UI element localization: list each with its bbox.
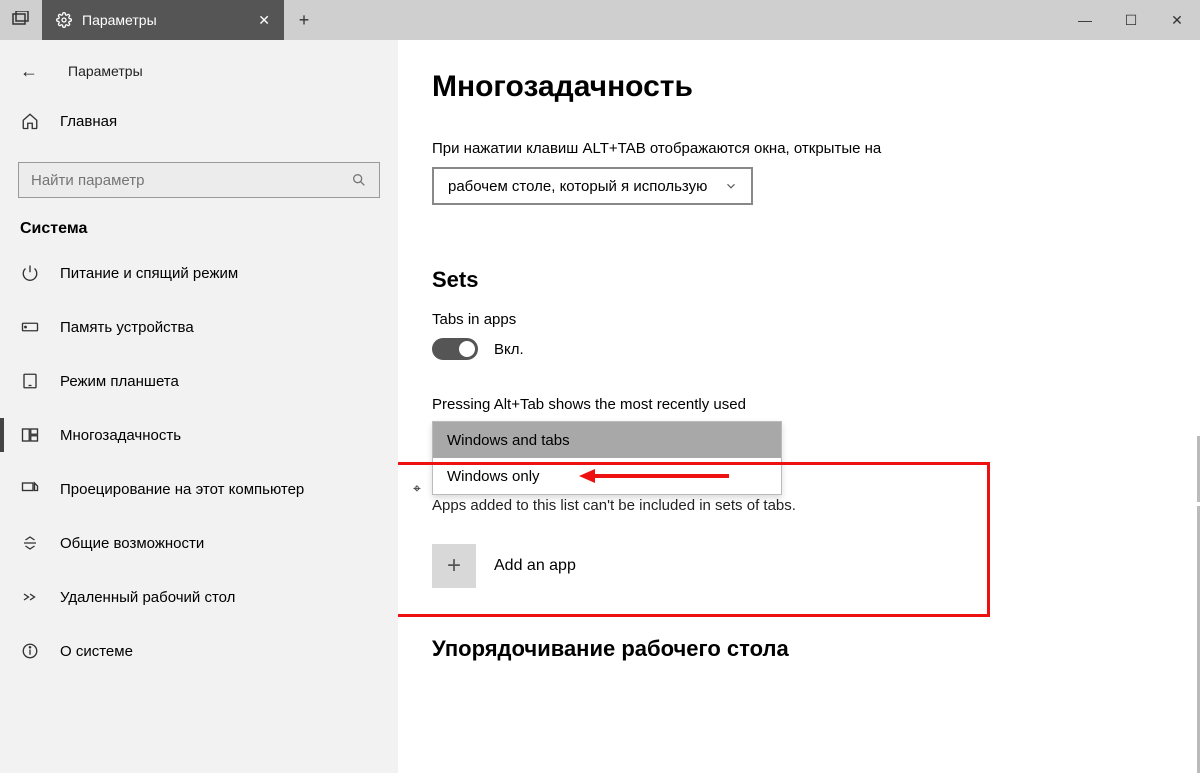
search — [18, 162, 380, 198]
close-button[interactable]: ✕ — [1154, 0, 1200, 40]
option-windows-only[interactable]: Windows only — [433, 458, 781, 494]
sets-heading: Sets — [432, 267, 1200, 293]
sidebar-group: Система — [20, 220, 398, 238]
option-label: Windows only — [447, 468, 540, 485]
sidebar-item-label: Питание и спящий режим — [60, 265, 238, 282]
task-view-icon[interactable] — [0, 0, 42, 40]
project-icon — [20, 479, 40, 499]
option-windows-and-tabs[interactable]: Windows and tabs — [433, 422, 781, 458]
sidebar-item-storage[interactable]: Память устройства — [0, 300, 398, 354]
tab-title: Параметры — [82, 12, 157, 28]
breadcrumb-title: Параметры — [68, 63, 143, 79]
sidebar-item-power[interactable]: Питание и спящий режим — [0, 246, 398, 300]
sidebar-item-multitasking[interactable]: Многозадачность — [0, 408, 398, 462]
remote-icon — [20, 587, 40, 607]
excluded-apps-text: Apps added to this list can't be include… — [432, 497, 1200, 514]
titlebar: Параметры ✕ + — ☐ ✕ — [0, 0, 1200, 40]
tabs-in-apps-toggle[interactable] — [432, 338, 478, 360]
content: Многозадачность При нажатии клавиш ALT+T… — [398, 40, 1200, 773]
sidebar-item-label: Удаленный рабочий стол — [60, 589, 235, 606]
back-icon[interactable]: ← — [20, 61, 38, 82]
about-icon — [20, 641, 40, 661]
sidebar-item-label: Режим планшета — [60, 373, 179, 390]
tabs-in-apps-label: Tabs in apps — [432, 311, 1200, 328]
snap-heading: Упорядочивание рабочего стола — [432, 636, 1200, 662]
dropdown-value: рабочем столе, который я использую — [448, 178, 707, 195]
gear-icon — [54, 10, 74, 30]
sidebar-item-tablet[interactable]: Режим планшета — [0, 354, 398, 408]
pressing-alttab-dropdown[interactable]: Windows and tabs Windows only — [432, 421, 782, 495]
sidebar-home[interactable]: Главная — [0, 94, 398, 148]
tab-close-icon[interactable]: ✕ — [254, 12, 274, 29]
alttab-label: При нажатии клавиш ALT+TAB отображаются … — [432, 140, 1200, 157]
new-tab-button[interactable]: + — [284, 0, 324, 40]
tablet-icon — [20, 371, 40, 391]
search-box[interactable] — [18, 162, 380, 198]
alttab-dropdown[interactable]: рабочем столе, который я использую — [432, 167, 753, 205]
sidebar-item-label: Многозадачность — [60, 427, 181, 444]
add-app-button[interactable]: + — [432, 544, 476, 588]
sidebar-item-label: Проецирование на этот компьютер — [60, 481, 304, 498]
sidebar-item-label: Память устройства — [60, 319, 194, 336]
sidebar-item-label: О системе — [60, 643, 133, 660]
plus-icon: + — [447, 552, 461, 580]
add-app-label: Add an app — [494, 557, 576, 575]
pressing-alttab-label: Pressing Alt+Tab shows the most recently… — [432, 396, 1200, 413]
toggle-state: Вкл. — [494, 341, 524, 358]
storage-icon — [20, 317, 40, 337]
shared-icon — [20, 533, 40, 553]
sidebar-item-project[interactable]: Проецирование на этот компьютер — [0, 462, 398, 516]
tab-settings[interactable]: Параметры ✕ — [42, 0, 284, 40]
search-input[interactable] — [29, 171, 349, 190]
sidebar: ← Параметры Главная Система Питание и сп… — [0, 40, 398, 773]
multitask-icon — [20, 425, 40, 445]
annotation-arrow-icon — [579, 466, 729, 486]
sidebar-item-about[interactable]: О системе — [0, 624, 398, 678]
chevron-down-icon — [721, 176, 741, 196]
cursor-icon: ⌖ — [413, 480, 421, 497]
sidebar-home-label: Главная — [60, 113, 117, 130]
option-label: Windows and tabs — [447, 432, 570, 449]
sidebar-item-shared[interactable]: Общие возможности — [0, 516, 398, 570]
sidebar-item-label: Общие возможности — [60, 535, 204, 552]
power-icon — [20, 263, 40, 283]
search-icon — [349, 170, 369, 190]
page-title: Многозадачность — [432, 70, 1200, 104]
maximize-button[interactable]: ☐ — [1108, 0, 1154, 40]
sidebar-item-remote[interactable]: Удаленный рабочий стол — [0, 570, 398, 624]
window-controls: — ☐ ✕ — [1062, 0, 1200, 40]
breadcrumb: ← Параметры — [0, 48, 398, 94]
home-icon — [20, 111, 40, 131]
minimize-button[interactable]: — — [1062, 0, 1108, 40]
